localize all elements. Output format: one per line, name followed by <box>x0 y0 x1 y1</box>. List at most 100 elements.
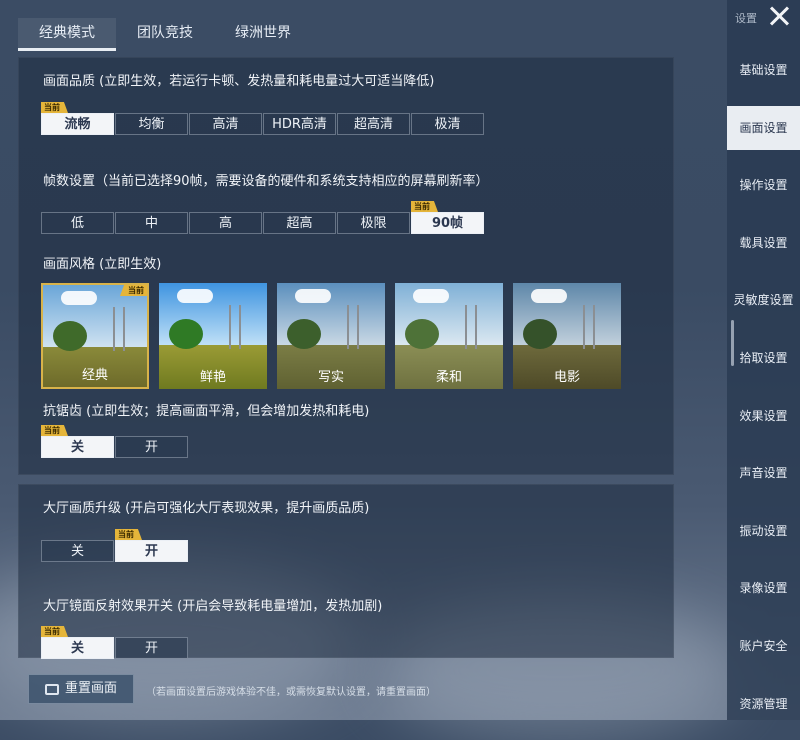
option-lobby-reflection[interactable]: 开 <box>115 637 188 659</box>
thumbnail-tower <box>583 305 595 349</box>
option-label: 流畅 <box>64 117 91 132</box>
current-badge: 当前 <box>41 626 68 637</box>
style-thumbnail[interactable]: 鲜艳 <box>159 283 267 389</box>
current-badge: 当前 <box>41 102 68 113</box>
sidebar-item[interactable]: 操作设置 <box>727 163 800 207</box>
option-framerate[interactable]: 90帧 当前 <box>411 201 484 234</box>
graphics-panel: 画面品质 (立即生效，若运行卡顿、发热量和耗电量过大可适当降低) 流畅 当前 均衡高… <box>18 57 674 475</box>
thumbnail-cloud <box>61 291 97 305</box>
sidebar-item[interactable]: 拾取设置 <box>727 336 800 380</box>
quality-selector: 流畅 当前 均衡 高清 HDR高清 超高清 极清 <box>41 102 485 135</box>
close-icon[interactable] <box>767 4 791 28</box>
option-label: 开 <box>144 544 158 559</box>
option-quality[interactable]: 高清 <box>189 113 262 135</box>
thumbnail-tree <box>287 319 321 349</box>
option-label: 极清 <box>434 117 461 132</box>
option-quality[interactable]: 极清 <box>411 113 484 135</box>
option-label: 90帧 <box>431 216 464 231</box>
reset-note: （若画面设置后游戏体验不佳，或需恢复默认设置，请重置画面） <box>146 687 436 698</box>
option-label: 中 <box>144 216 158 231</box>
tab-team-deathmatch[interactable]: 团队竞技 <box>116 18 214 48</box>
sidebar-item[interactable]: 基础设置 <box>727 48 800 92</box>
option-label: 关 <box>70 641 84 656</box>
thumbnail-cloud <box>413 289 449 303</box>
option-framerate[interactable]: 极限 <box>337 212 410 234</box>
option-quality[interactable]: HDR高清 <box>263 113 336 135</box>
reset-icon <box>44 683 59 695</box>
option-label: 均衡 <box>138 117 165 132</box>
thumbnail-tree <box>405 319 439 349</box>
option-label: 低 <box>70 216 84 231</box>
antialias-title: 抗锯齿 (立即生效；提高画面平滑，但会增加发热和耗电) <box>43 404 370 419</box>
option-antialias[interactable]: 关当前 <box>41 425 114 458</box>
sidebar-item[interactable]: 效果设置 <box>727 394 800 438</box>
sidebar-item[interactable]: 资源管理 <box>727 682 800 726</box>
option-label: 开 <box>144 440 158 455</box>
thumbnail-tree <box>169 319 203 349</box>
option-label: 超高 <box>286 216 313 231</box>
thumbnail-tower <box>229 305 241 349</box>
sidebar-item[interactable]: 载具设置 <box>727 221 800 265</box>
settings-header: 设置 <box>735 12 757 25</box>
quality-title: 画面品质 (立即生效，若运行卡顿、发热量和耗电量过大可适当降低) <box>43 74 435 89</box>
thumbnail-cloud <box>177 289 213 303</box>
option-label: 开 <box>144 641 158 656</box>
thumbnail-cloud <box>295 289 331 303</box>
sidebar-item[interactable]: 声音设置 <box>727 451 800 495</box>
style-thumbnail[interactable]: 经典 当前 <box>41 283 149 389</box>
option-framerate[interactable]: 中 <box>115 212 188 234</box>
lobby-panel: 大厅画质升级 (开启可强化大厅表现效果，提升画质品质) 关开当前 大厅镜面反射效… <box>18 484 674 659</box>
option-framerate[interactable]: 超高 <box>263 212 336 234</box>
sidebar-item[interactable]: 录像设置 <box>727 566 800 610</box>
reset-label: 重置画面 <box>64 681 117 696</box>
option-quality[interactable]: 流畅 当前 <box>41 102 114 135</box>
sidebar-item[interactable]: 振动设置 <box>727 509 800 553</box>
style-label: 柔和 <box>435 370 462 385</box>
style-thumbnail[interactable]: 写实 <box>277 283 385 389</box>
option-lobby-quality[interactable]: 开当前 <box>115 529 188 562</box>
thumbnail-tree <box>53 321 87 351</box>
style-label: 电影 <box>553 370 580 385</box>
mode-tabs: 经典模式 团队竞技 绿洲世界 <box>18 18 312 52</box>
option-lobby-quality[interactable]: 关 <box>41 540 114 562</box>
option-label: 关 <box>70 440 84 455</box>
tab-oasis-world[interactable]: 绿洲世界 <box>214 18 312 48</box>
style-thumbnail[interactable]: 电影 <box>513 283 621 389</box>
option-quality[interactable]: 均衡 <box>115 113 188 135</box>
current-badge: 当前 <box>120 285 147 296</box>
option-label: 超高清 <box>353 117 393 132</box>
option-label: 高清 <box>212 117 239 132</box>
tab-classic[interactable]: 经典模式 <box>18 18 116 51</box>
lobby-quality-toggle: 关 开当前 <box>41 529 189 562</box>
thumbnail-tower <box>347 305 359 349</box>
option-framerate[interactable]: 高 <box>189 212 262 234</box>
sidebar-item[interactable]: 灵敏度设置 <box>727 278 800 322</box>
thumbnail-cloud <box>531 289 567 303</box>
option-lobby-reflection[interactable]: 关当前 <box>41 626 114 659</box>
current-badge: 当前 <box>41 425 68 436</box>
style-thumbnails: 经典 当前 鲜艳 写实 柔和 电影 <box>41 283 631 389</box>
sidebar-item[interactable]: 账户安全 <box>727 624 800 668</box>
reset-graphics-button[interactable]: 重置画面 <box>28 674 134 704</box>
option-framerate[interactable]: 低 <box>41 212 114 234</box>
lobby-reflection-toggle: 关当前开 <box>41 626 189 659</box>
style-label: 写实 <box>317 370 344 385</box>
sidebar-item[interactable]: 画面设置 <box>727 105 800 150</box>
framerate-title: 帧数设置（当前已选择90帧，需要设备的硬件和系统支持相应的屏幕刷新率） <box>43 174 489 189</box>
style-thumbnail[interactable]: 柔和 <box>395 283 503 389</box>
antialias-toggle: 关当前开 <box>41 425 189 458</box>
option-antialias[interactable]: 开 <box>115 436 188 458</box>
lobby-quality-title: 大厅画质升级 (开启可强化大厅表现效果，提升画质品质) <box>43 501 370 516</box>
thumbnail-tower <box>465 305 477 349</box>
option-quality[interactable]: 超高清 <box>337 113 410 135</box>
settings-sidebar: 设置 基础设置画面设置操作设置载具设置灵敏度设置拾取设置效果设置声音设置振动设置… <box>727 0 800 720</box>
style-label: 经典 <box>81 368 108 383</box>
current-badge: 当前 <box>411 201 438 212</box>
lobby-reflection-title: 大厅镜面反射效果开关 (开启会导致耗电量增加，发热加剧) <box>43 599 383 614</box>
option-label: 高 <box>218 216 232 231</box>
option-label: HDR高清 <box>272 117 327 132</box>
option-label: 极限 <box>360 216 387 231</box>
option-label: 关 <box>70 544 84 559</box>
thumbnail-tower <box>113 307 125 351</box>
current-badge: 当前 <box>115 529 142 540</box>
